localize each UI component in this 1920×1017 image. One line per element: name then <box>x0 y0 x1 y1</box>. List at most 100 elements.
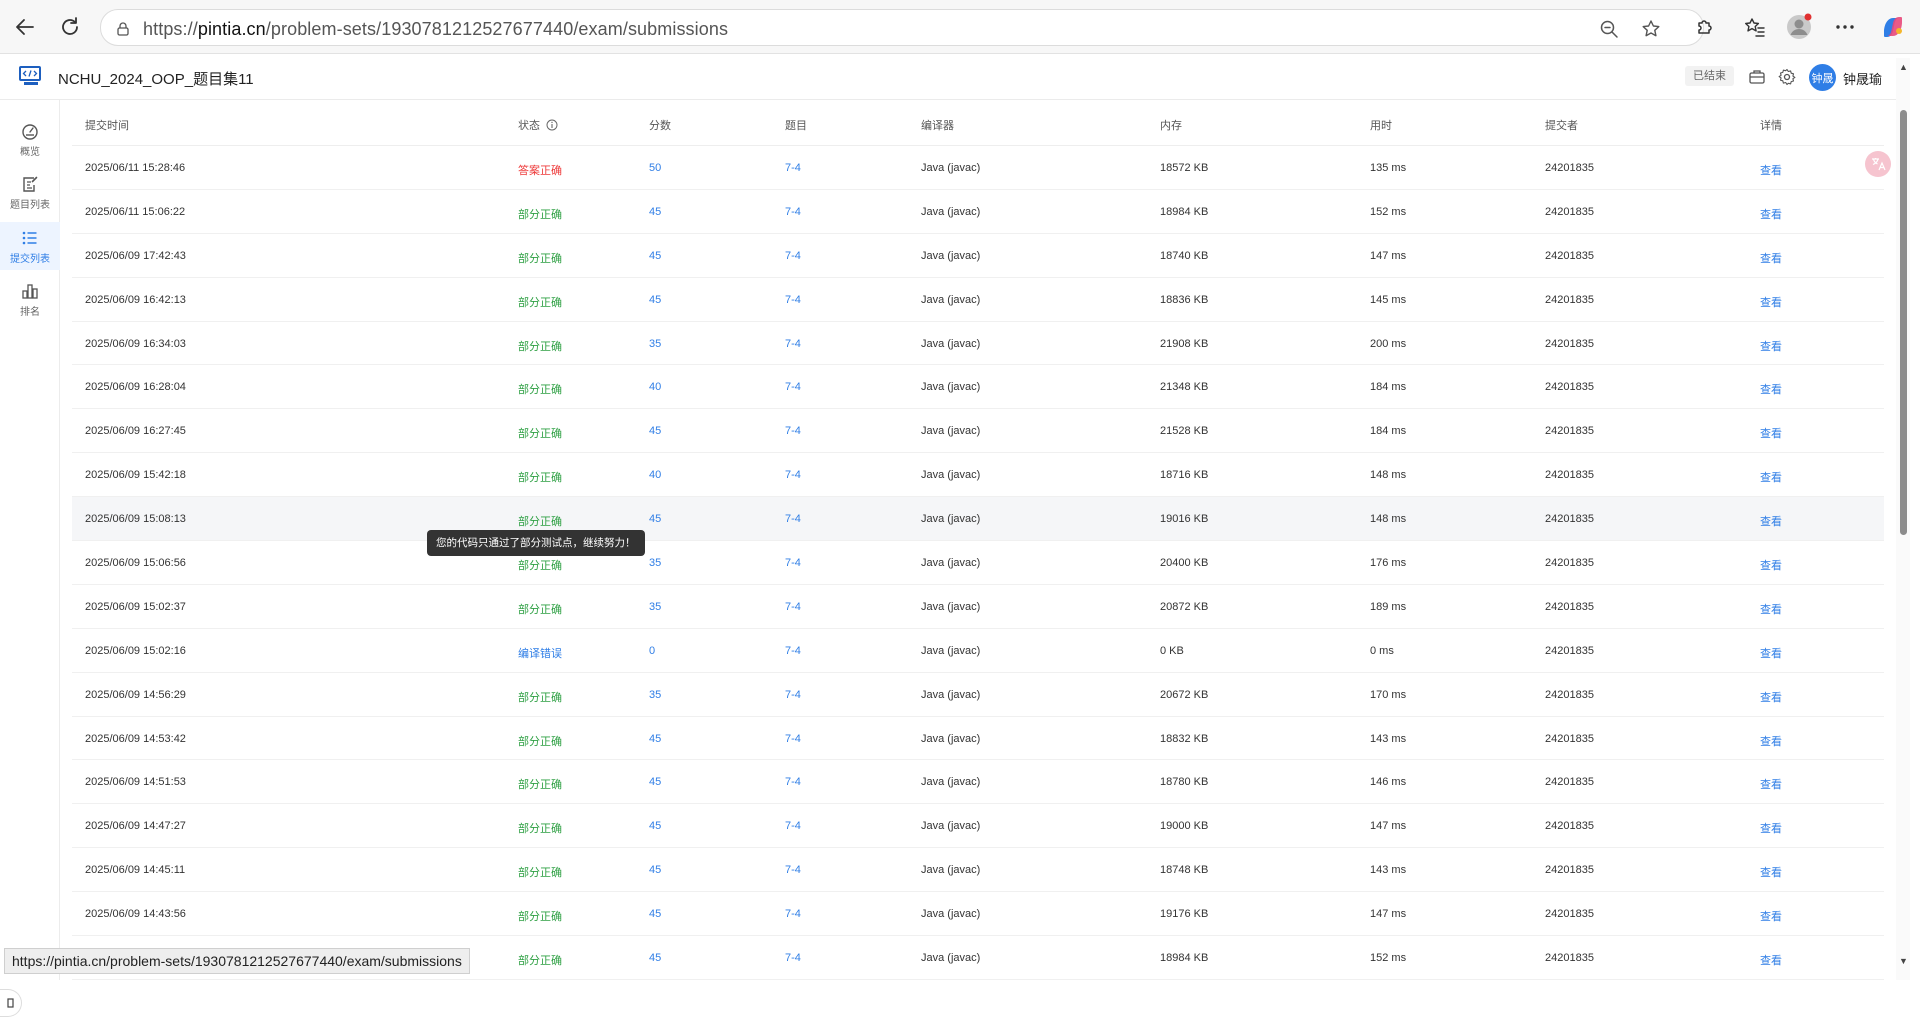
info-icon[interactable] <box>546 119 558 131</box>
score-link[interactable]: 35 <box>649 338 661 350</box>
view-detail-link[interactable]: 查看 <box>1760 864 1782 880</box>
table-row[interactable]: 2025/06/09 16:27:45 部分正确 45 7-4 Java (javac)… <box>72 409 1884 454</box>
problem-link[interactable]: 7-4 <box>785 425 801 437</box>
reload-button[interactable] <box>55 12 85 42</box>
scroll-down-icon[interactable]: ▼ <box>1899 956 1908 966</box>
site-info-icon[interactable] <box>112 18 134 40</box>
sidebar-item-problems[interactable]: 题目列表 <box>0 168 60 216</box>
table-row[interactable]: 2025/06/09 16:34:03 部分正确 35 7-4 Java (javac)… <box>72 322 1884 366</box>
problem-link[interactable]: 7-4 <box>785 513 801 525</box>
view-detail-link[interactable]: 查看 <box>1760 733 1782 749</box>
view-detail-link[interactable]: 查看 <box>1760 601 1782 617</box>
address-bar[interactable]: https://pintia.cn/problem-sets/193078121… <box>100 9 1704 46</box>
puzzle-icon[interactable] <box>1690 12 1720 42</box>
score-link[interactable]: 40 <box>649 469 661 481</box>
score-link[interactable]: 45 <box>649 952 661 964</box>
table-row[interactable]: 2025/06/09 15:02:37 部分正确 35 7-4 Java (javac)… <box>72 585 1884 629</box>
problem-link[interactable]: 7-4 <box>785 733 801 745</box>
problem-link[interactable]: 7-4 <box>785 864 801 876</box>
view-detail-link[interactable]: 查看 <box>1760 776 1782 792</box>
score-link[interactable]: 35 <box>649 557 661 569</box>
profile-icon[interactable] <box>1784 12 1814 42</box>
problem-link[interactable]: 7-4 <box>785 381 801 393</box>
problem-link[interactable]: 7-4 <box>785 250 801 262</box>
score-link[interactable]: 35 <box>649 601 661 613</box>
score-link[interactable]: 50 <box>649 162 661 174</box>
score-link[interactable]: 45 <box>649 425 661 437</box>
problem-link[interactable]: 7-4 <box>785 601 801 613</box>
table-row[interactable]: 2025/06/09 16:28:04 部分正确 40 7-4 Java (javac)… <box>72 365 1884 410</box>
table-row[interactable]: 2025/06/09 16:42:13 部分正确 45 7-4 Java (javac)… <box>72 278 1884 322</box>
table-row[interactable]: 2025/06/09 15:02:16 编译错误 0 7-4 Java (javac) 0… <box>72 629 1884 673</box>
view-detail-link[interactable]: 查看 <box>1760 645 1782 661</box>
view-detail-link[interactable]: 查看 <box>1760 557 1782 573</box>
problem-link[interactable]: 7-4 <box>785 952 801 964</box>
view-detail-link[interactable]: 查看 <box>1760 294 1782 310</box>
avatar[interactable]: 钟晟 <box>1809 64 1836 91</box>
view-detail-link[interactable]: 查看 <box>1760 206 1782 222</box>
problem-link[interactable]: 7-4 <box>785 206 801 218</box>
score-link[interactable]: 45 <box>649 513 661 525</box>
back-button[interactable] <box>10 12 40 42</box>
view-detail-link[interactable]: 查看 <box>1760 338 1782 354</box>
zoom-out-icon[interactable] <box>1598 18 1620 40</box>
table-row[interactable]: 2025/06/11 15:06:22 部分正确 45 7-4 Java (javac)… <box>72 190 1884 234</box>
scroll-up-icon[interactable]: ▲ <box>1899 62 1908 72</box>
copilot-icon[interactable] <box>1878 12 1908 42</box>
problem-link[interactable]: 7-4 <box>785 820 801 832</box>
score-link[interactable]: 40 <box>649 381 661 393</box>
notification-icon[interactable] <box>1746 66 1768 88</box>
view-detail-link[interactable]: 查看 <box>1760 425 1782 441</box>
score-link[interactable]: 45 <box>649 776 661 788</box>
table-row[interactable]: 2025/06/09 15:06:56 部分正确 35 7-4 Java (javac)… <box>72 541 1884 585</box>
view-detail-link[interactable]: 查看 <box>1760 162 1782 178</box>
collapse-tab-icon[interactable] <box>0 989 22 1017</box>
sidebar-item-submissions[interactable]: 提交列表 <box>0 222 60 270</box>
score-link[interactable]: 45 <box>649 206 661 218</box>
table-row[interactable]: 2025/06/09 14:47:27 部分正确 45 7-4 Java (javac)… <box>72 804 1884 849</box>
translate-icon[interactable] <box>1865 151 1891 177</box>
view-detail-link[interactable]: 查看 <box>1760 908 1782 924</box>
problem-link[interactable]: 7-4 <box>785 908 801 920</box>
score-link[interactable]: 45 <box>649 250 661 262</box>
problem-link[interactable]: 7-4 <box>785 557 801 569</box>
problem-link[interactable]: 7-4 <box>785 645 801 657</box>
problem-link[interactable]: 7-4 <box>785 162 801 174</box>
problem-link[interactable]: 7-4 <box>785 338 801 350</box>
view-detail-link[interactable]: 查看 <box>1760 820 1782 836</box>
star-icon[interactable] <box>1640 18 1662 40</box>
table-row[interactable]: 2025/06/09 15:08:13 部分正确 45 7-4 Java (javac)… <box>72 497 1884 542</box>
table-row[interactable]: 2025/06/09 14:53:42 部分正确 45 7-4 Java (javac)… <box>72 717 1884 761</box>
scrollbar-thumb[interactable] <box>1900 110 1907 535</box>
sidebar-item-overview[interactable]: 概览 <box>0 115 60 163</box>
table-row[interactable]: 2025/06/11 15:28:46 答案正确 50 7-4 Java (javac)… <box>72 146 1884 190</box>
score-link[interactable]: 45 <box>649 908 661 920</box>
table-row[interactable]: 2025/06/09 17:42:43 部分正确 45 7-4 Java (javac)… <box>72 234 1884 278</box>
score-link[interactable]: 0 <box>649 645 655 657</box>
view-detail-link[interactable]: 查看 <box>1760 250 1782 266</box>
problem-link[interactable]: 7-4 <box>785 469 801 481</box>
score-link[interactable]: 45 <box>649 864 661 876</box>
user-name[interactable]: 钟晟瑜 <box>1843 69 1882 88</box>
pintia-logo-icon[interactable] <box>18 65 44 87</box>
score-link[interactable]: 45 <box>649 820 661 832</box>
problem-link[interactable]: 7-4 <box>785 294 801 306</box>
table-row[interactable]: 2025/06/09 14:51:53 部分正确 45 7-4 Java (javac)… <box>72 760 1884 805</box>
gear-icon[interactable] <box>1776 66 1798 88</box>
score-link[interactable]: 35 <box>649 689 661 701</box>
view-detail-link[interactable]: 查看 <box>1760 469 1782 485</box>
problem-link[interactable]: 7-4 <box>785 689 801 701</box>
table-row[interactable]: 2025/06/09 14:56:29 部分正确 35 7-4 Java (javac)… <box>72 673 1884 717</box>
favorites-icon[interactable] <box>1740 12 1770 42</box>
address-url[interactable]: https://pintia.cn/problem-sets/193078121… <box>143 19 728 40</box>
score-link[interactable]: 45 <box>649 294 661 306</box>
sidebar-item-ranking[interactable]: 排名 <box>0 275 60 323</box>
view-detail-link[interactable]: 查看 <box>1760 381 1782 397</box>
table-row[interactable]: 2025/06/09 14:43:56 部分正确 45 7-4 Java (javac)… <box>72 892 1884 937</box>
score-link[interactable]: 45 <box>649 733 661 745</box>
view-detail-link[interactable]: 查看 <box>1760 952 1782 968</box>
view-detail-link[interactable]: 查看 <box>1760 689 1782 705</box>
table-row[interactable]: 2025/06/09 15:42:18 部分正确 40 7-4 Java (javac)… <box>72 453 1884 498</box>
table-row[interactable]: 2025/06/09 14:45:11 部分正确 45 7-4 Java (javac)… <box>72 848 1884 893</box>
view-detail-link[interactable]: 查看 <box>1760 513 1782 529</box>
